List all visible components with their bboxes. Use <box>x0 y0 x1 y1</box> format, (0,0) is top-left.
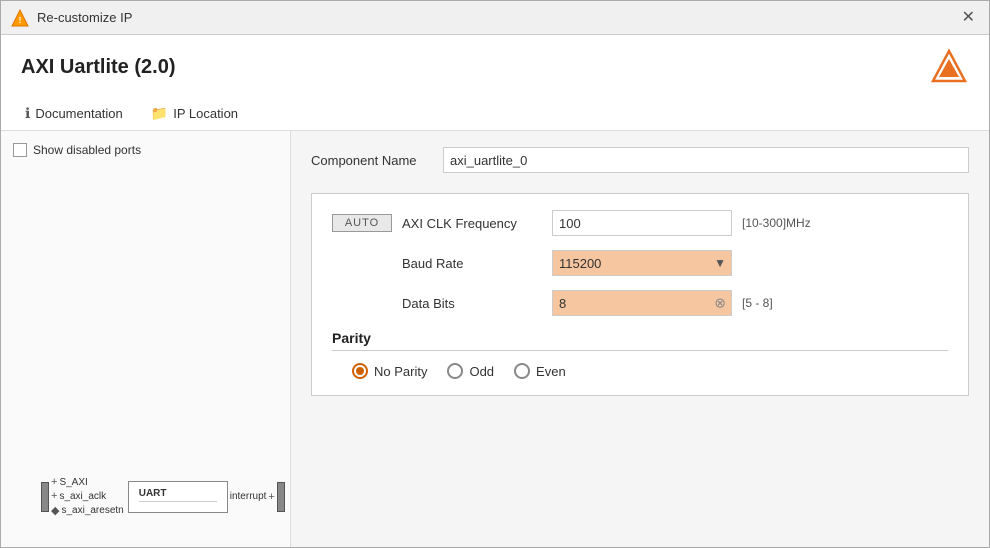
left-ports: + S_AXI + s_axi_aclk ◆ s_axi_aresetn <box>51 476 124 517</box>
parity-odd-option[interactable]: Odd <box>447 363 494 379</box>
parity-even-option[interactable]: Even <box>514 363 566 379</box>
clk-freq-input[interactable] <box>552 210 732 236</box>
svg-text:!: ! <box>19 16 22 25</box>
title-bar-left: ! Re-customize IP <box>11 9 132 27</box>
port-name-aresetn: s_axi_aresetn <box>61 505 123 516</box>
app-icon: ! <box>11 9 29 27</box>
block-wrapper: + S_AXI + s_axi_aclk ◆ s_axi_aresetn <box>41 476 261 517</box>
parity-no-parity-option[interactable]: No Parity <box>352 363 427 379</box>
port-aresetn: ◆ s_axi_aresetn <box>51 504 124 517</box>
port-name-s-axi: S_AXI <box>59 477 87 488</box>
clk-freq-range: [10-300]MHz <box>742 216 811 230</box>
left-panel: Show disabled ports + S_AXI <box>1 131 291 547</box>
component-name-label: Component Name <box>311 153 431 168</box>
data-bits-label: Data Bits <box>402 296 542 311</box>
no-parity-label: No Parity <box>374 364 427 379</box>
baud-rate-row: Baud Rate 9600 19200 38400 57600 115200 … <box>332 250 948 276</box>
block-title: UART <box>139 488 217 502</box>
port-symbol-s-axi: + <box>51 476 57 488</box>
header-section: AXI Uartlite (2.0) ℹ Documentation 📁 IP … <box>1 35 989 131</box>
nav-documentation[interactable]: ℹ Documentation <box>21 99 127 130</box>
nav-bar: ℹ Documentation 📁 IP Location <box>21 99 969 130</box>
component-name-input[interactable] <box>443 147 969 173</box>
clear-icon[interactable]: ⊗ <box>714 295 726 312</box>
data-bits-input[interactable] <box>552 290 732 316</box>
data-bits-wrapper: ⊗ <box>552 290 732 316</box>
vivado-logo-icon <box>929 47 969 87</box>
odd-radio[interactable] <box>447 363 463 379</box>
component-name-row: Component Name <box>311 147 969 173</box>
port-symbol-aresetn: ◆ <box>51 504 59 517</box>
block-diagram: + S_AXI + s_axi_aclk ◆ s_axi_aresetn <box>41 476 261 517</box>
right-bus-connector <box>277 482 285 512</box>
show-ports-label[interactable]: Show disabled ports <box>13 143 278 157</box>
show-ports-checkbox[interactable] <box>13 143 27 157</box>
main-window: ! Re-customize IP ✕ AXI Uartlite (2.0) ℹ… <box>0 0 990 548</box>
content-area: Show disabled ports + S_AXI <box>1 131 989 547</box>
show-ports-text: Show disabled ports <box>33 143 141 157</box>
auto-badge: AUTO <box>332 214 392 232</box>
nav-ip-location[interactable]: 📁 IP Location <box>147 99 242 130</box>
app-title-text: AXI Uartlite (2.0) <box>21 56 175 79</box>
port-aclk: + s_axi_aclk <box>51 490 124 502</box>
left-bus-connector <box>41 482 49 512</box>
port-name-interrupt: interrupt <box>230 491 267 502</box>
data-bits-row: Data Bits ⊗ [5 - 8] <box>332 290 948 316</box>
app-title-row: AXI Uartlite (2.0) <box>21 47 969 87</box>
baud-rate-select[interactable]: 9600 19200 38400 57600 115200 230400 <box>552 250 732 276</box>
parity-options: No Parity Odd Even <box>332 363 948 379</box>
port-symbol-interrupt: + <box>268 491 274 503</box>
baud-rate-select-wrapper: 9600 19200 38400 57600 115200 230400 ▼ <box>552 250 732 276</box>
even-radio[interactable] <box>514 363 530 379</box>
config-box: AUTO AXI CLK Frequency [10-300]MHz Baud … <box>311 193 969 396</box>
right-ports: interrupt + <box>230 491 275 503</box>
info-icon: ℹ <box>25 105 30 122</box>
nav-documentation-label: Documentation <box>35 106 122 121</box>
block-body: UART <box>128 481 228 513</box>
clk-freq-row: AUTO AXI CLK Frequency [10-300]MHz <box>332 210 948 236</box>
port-symbol-aclk: + <box>51 490 57 502</box>
parity-title: Parity <box>332 330 948 351</box>
folder-icon: 📁 <box>151 105 168 122</box>
no-parity-dot <box>356 367 364 375</box>
clk-freq-label: AXI CLK Frequency <box>402 216 542 231</box>
right-port-interrupt: interrupt + <box>230 491 275 503</box>
window-title: Re-customize IP <box>37 10 132 25</box>
right-panel: Component Name AUTO AXI CLK Frequency [1… <box>291 131 989 547</box>
port-name-aclk: s_axi_aclk <box>59 491 106 502</box>
port-s-axi: + S_AXI <box>51 476 124 488</box>
even-label: Even <box>536 364 566 379</box>
nav-ip-location-label: IP Location <box>173 106 238 121</box>
baud-rate-label: Baud Rate <box>402 256 542 271</box>
close-button[interactable]: ✕ <box>958 8 979 28</box>
no-parity-radio[interactable] <box>352 363 368 379</box>
title-bar: ! Re-customize IP ✕ <box>1 1 989 35</box>
parity-section: Parity No Parity Odd <box>332 330 948 379</box>
data-bits-range: [5 - 8] <box>742 296 773 310</box>
odd-label: Odd <box>469 364 494 379</box>
